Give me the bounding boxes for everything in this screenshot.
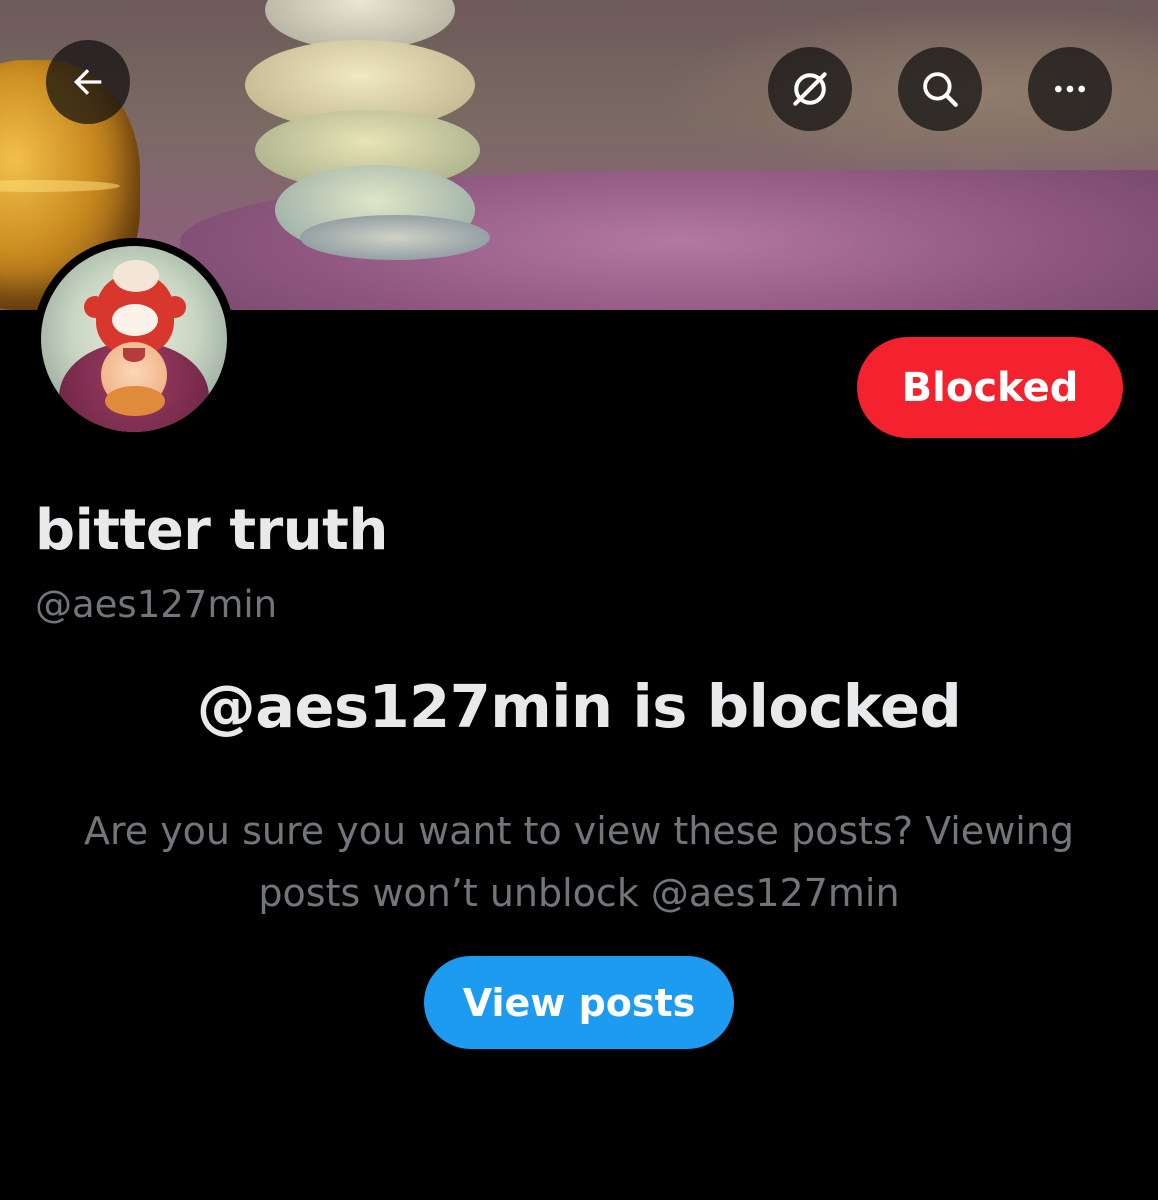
search-icon xyxy=(923,72,958,107)
avatar-image xyxy=(41,246,227,432)
arrow-left-icon xyxy=(74,69,102,95)
grok-button[interactable] xyxy=(768,47,852,131)
display-name: bitter truth xyxy=(35,498,388,563)
user-handle: @aes127min xyxy=(35,583,278,626)
blocked-button[interactable]: Blocked xyxy=(857,337,1123,438)
search-button[interactable] xyxy=(898,47,982,131)
avatar-mouth xyxy=(123,348,145,362)
banner-stack-layer xyxy=(300,215,490,260)
blocked-title: @aes127min is blocked xyxy=(196,672,962,741)
view-posts-label: View posts xyxy=(462,980,696,1025)
avatar-white-patch xyxy=(112,304,158,336)
more-horizontal-icon xyxy=(1055,85,1085,93)
blocked-button-label: Blocked xyxy=(901,364,1079,411)
more-button[interactable] xyxy=(1028,47,1112,131)
view-posts-button[interactable]: View posts xyxy=(424,956,734,1049)
blocked-description: Are you sure you want to view these post… xyxy=(83,809,1075,915)
avatar[interactable] xyxy=(33,238,235,440)
avatar-bun xyxy=(113,260,159,292)
back-button[interactable] xyxy=(46,40,130,124)
grok-icon xyxy=(793,72,827,106)
avatar-hair xyxy=(105,386,165,416)
